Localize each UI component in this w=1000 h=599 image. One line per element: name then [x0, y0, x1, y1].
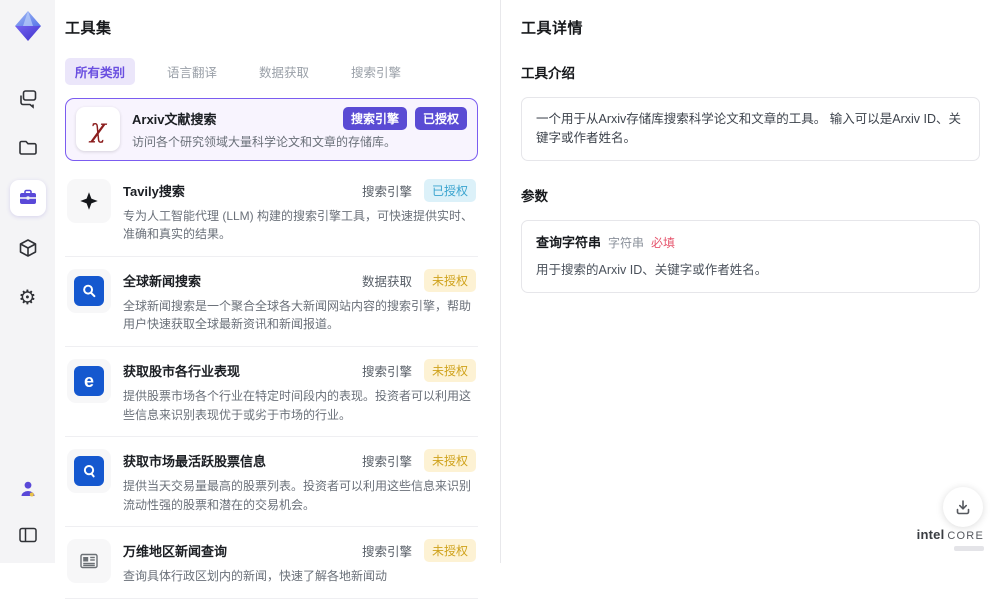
- tool-description: 提供当天交易量最高的股票列表。投资者可以利用这些信息来识别流动性强的股票和潜在的…: [123, 479, 472, 512]
- tool-description: 专为人工智能代理 (LLM) 构建的搜索引擎工具，可快速提供实时、准确和真实的结…: [123, 208, 474, 242]
- category-label: 搜索引擎: [361, 545, 412, 560]
- tool-row-regional-news[interactable]: 万维地区新闻查询 搜索引擎 未授权 查询具体行政区划内的新闻，快速了解各地新闻动: [65, 527, 478, 599]
- folder-icon: [17, 137, 39, 159]
- tavily-star-icon: [67, 178, 111, 223]
- package-icon: [17, 237, 39, 259]
- intro-heading: 工具介绍: [521, 66, 575, 81]
- finance-logo-icon: e: [67, 358, 111, 403]
- intro-text: 一个用于从Arxiv存储库搜索科学论文和文章的工具。 输入可以是Arxiv ID…: [536, 112, 962, 145]
- tool-details-panel: 工具详情 工具介绍 一个用于从Arxiv存储库搜索科学论文和文章的工具。 输入可…: [500, 0, 1000, 563]
- category-tabs: 所有类别 语言翻译 数据获取 搜索引擎: [65, 58, 478, 85]
- params-heading: 参数: [521, 188, 548, 204]
- sidebar-item-toolbox[interactable]: [9, 180, 46, 216]
- brand-subtext-decoration: [954, 546, 984, 551]
- gear-icon: ⚙: [18, 287, 37, 309]
- category-badge: 搜索引擎: [342, 107, 407, 130]
- toolset-title: 工具集: [65, 20, 112, 37]
- tool-row-global-news[interactable]: 全球新闻搜索 数据获取 未授权 全球新闻搜索是一个聚合全球各大新闻网站内容的搜索…: [65, 257, 478, 347]
- tool-description: 查询具体行政区划内的新闻，快速了解各地新闻动: [123, 569, 388, 584]
- category-label: 搜索引擎: [361, 455, 412, 470]
- param-header: 查询字符串 字符串 必填: [536, 233, 965, 253]
- tab-all-categories[interactable]: 所有类别: [65, 58, 136, 85]
- param-box: 查询字符串 字符串 必填 用于搜索的Arxiv ID、关键字或作者姓名。: [521, 219, 980, 293]
- tab-data-fetch[interactable]: 数据获取: [249, 58, 319, 85]
- sidebar-item-files[interactable]: [10, 130, 46, 166]
- tool-row-active-stocks[interactable]: 获取市场最活跃股票信息 搜索引擎 未授权 提供当天交易量最高的股票列表。投资者可…: [65, 437, 478, 528]
- tool-row-tavily[interactable]: Tavily搜索 搜索引擎 已授权 专为人工智能代理 (LLM) 构建的搜索引擎…: [65, 167, 478, 257]
- tool-name: Tavily搜索: [123, 183, 185, 199]
- user-avatar-button[interactable]: [10, 471, 46, 507]
- tool-card-arxiv[interactable]: χ Arxiv文献搜索 搜索引擎 已授权 访问各个研究领域大量科学论文和文章的存…: [65, 98, 478, 161]
- tool-name: 获取市场最活跃股票信息: [123, 454, 267, 470]
- param-type: 字符串: [608, 235, 645, 250]
- auth-badge: 已授权: [414, 107, 467, 130]
- news-search-logo-icon: [67, 268, 111, 313]
- user-icon: [18, 479, 38, 499]
- newspaper-icon: [67, 539, 111, 584]
- chat-icon: [17, 87, 39, 109]
- sidebar-item-packages[interactable]: [10, 230, 46, 266]
- tool-description: 访问各个研究领域大量科学论文和文章的存储库。: [132, 135, 397, 149]
- intro-box: 一个用于从Arxiv存储库搜索科学论文和文章的工具。 输入可以是Arxiv ID…: [521, 97, 980, 161]
- tab-language-translation[interactable]: 语言翻译: [157, 58, 227, 85]
- auth-badge: 未授权: [423, 268, 476, 292]
- tool-name: 全球新闻搜索: [123, 273, 202, 289]
- auth-badge: 未授权: [423, 449, 476, 473]
- tool-name: 万维地区新闻查询: [123, 544, 228, 560]
- collapse-panel-button[interactable]: [10, 517, 46, 553]
- brand-intel-text: intel: [916, 527, 945, 542]
- auth-badge: 未授权: [423, 358, 476, 382]
- auth-badge: 未授权: [423, 539, 476, 563]
- toolset-panel: 工具集 所有类别 语言翻译 数据获取 搜索引擎 χ Arxiv文献搜索 搜索引擎…: [55, 0, 546, 599]
- download-button[interactable]: [943, 487, 983, 527]
- tool-description: 提供股票市场各个行业在特定时间段内的表现。投资者可以利用这些信息来识别表现优于或…: [123, 388, 472, 422]
- sidebar-item-chat[interactable]: [10, 80, 46, 116]
- param-required-flag: 必填: [651, 235, 676, 250]
- panel-toggle-icon: [18, 526, 38, 544]
- sidebar-item-settings[interactable]: ⚙: [10, 280, 46, 316]
- param-description: 用于搜索的Arxiv ID、关键字或作者姓名。: [536, 263, 768, 278]
- tool-row-sector-performance[interactable]: e 获取股市各行业表现 搜索引擎 未授权 提供股票市场各个行业在特定时间段内的表…: [65, 347, 478, 438]
- app-logo: [10, 8, 46, 44]
- tool-name: Arxiv文献搜索: [132, 112, 217, 127]
- tool-description: 全球新闻搜索是一个聚合全球各大新闻网站内容的搜索引擎，帮助用户快速获取全球最新资…: [123, 298, 472, 332]
- category-label: 数据获取: [361, 274, 412, 289]
- tab-search-engine[interactable]: 搜索引擎: [341, 58, 411, 85]
- auth-badge: 已授权: [423, 178, 476, 202]
- details-title: 工具详情: [521, 20, 584, 37]
- category-label: 搜索引擎: [361, 184, 412, 199]
- param-name: 查询字符串: [536, 234, 602, 250]
- toolbox-icon: [17, 187, 39, 209]
- tool-name: 获取股市各行业表现: [123, 363, 241, 379]
- brand-core-text: CORE: [947, 530, 984, 542]
- arxiv-logo-icon: χ: [76, 107, 120, 152]
- intel-core-logo: intel CORE: [917, 527, 984, 551]
- download-icon: [954, 498, 972, 516]
- category-label: 搜索引擎: [361, 364, 412, 379]
- stock-search-logo-icon: [67, 449, 111, 494]
- left-rail: ⚙: [0, 0, 55, 563]
